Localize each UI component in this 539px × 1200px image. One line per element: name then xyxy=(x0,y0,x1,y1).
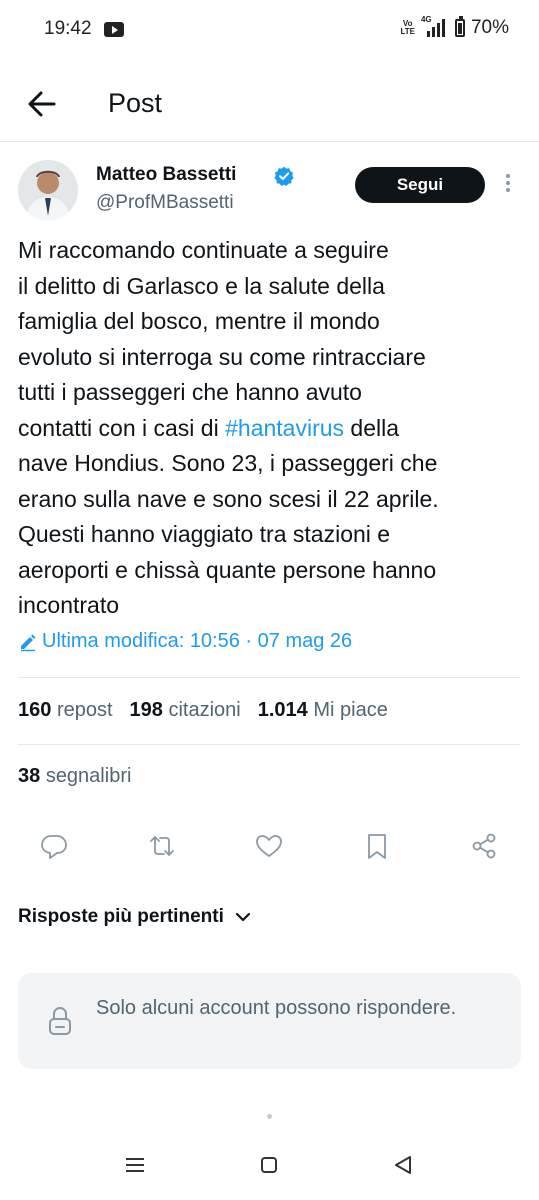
recent-apps-button[interactable] xyxy=(120,1150,150,1180)
bookmarks-label: segnalibri xyxy=(45,765,132,787)
battery-percent: 70% xyxy=(470,17,509,38)
verified-badge-icon xyxy=(274,166,294,186)
avatar-image xyxy=(18,160,78,220)
author-handle[interactable]: @ProfMBassetti xyxy=(96,192,234,214)
divider xyxy=(18,744,520,745)
reposts-count: 160 xyxy=(18,699,52,721)
youtube-notification-icon xyxy=(104,22,124,37)
system-navigation-bar xyxy=(0,1140,539,1190)
home-button[interactable] xyxy=(254,1150,284,1180)
edited-link[interactable]: Ultima modifica: 10:56 · 07 mag 26 xyxy=(18,630,352,653)
bookmarks-count: 38 xyxy=(18,765,41,787)
menu-icon xyxy=(126,1158,144,1172)
follow-button[interactable]: Segui xyxy=(355,167,485,203)
pencil-icon xyxy=(21,634,36,651)
likes-count: 1.014 xyxy=(257,699,308,721)
home-icon xyxy=(261,1157,277,1173)
edited-timestamp: Ultima modifica: 10:56 · 07 mag 26 xyxy=(42,630,353,652)
bookmark-icon xyxy=(368,834,386,859)
status-indicators: Vo LTE 4G 70% xyxy=(400,15,509,39)
sort-label: Risposte più pertinenti xyxy=(18,906,224,927)
post-text: Mi raccomando continuate a seguire il de… xyxy=(18,233,533,624)
share-icon xyxy=(472,833,496,859)
engagement-stats: 160 repost 198 citazioni 1.014 Mi piace xyxy=(18,699,388,722)
reposts-label: repost xyxy=(56,699,113,721)
signal-icon: 4G xyxy=(421,15,449,39)
lock-icon xyxy=(49,1006,71,1035)
bookmarks-stat[interactable]: 38 segnalibri xyxy=(18,765,131,788)
reply-button[interactable] xyxy=(34,826,74,866)
status-time: 19:42 xyxy=(44,18,92,39)
hashtag-link[interactable]: #hantavirus xyxy=(225,415,344,441)
back-icon xyxy=(395,1156,411,1174)
likes-label: Mi piace xyxy=(313,699,388,721)
quotes-stat[interactable]: 198 citazioni xyxy=(130,699,241,722)
author-name[interactable]: Matteo Bassetti xyxy=(96,164,236,186)
avatar[interactable] xyxy=(18,160,78,220)
action-bar xyxy=(0,826,539,866)
reply-restriction-notice: Solo alcuni account possono rispondere. xyxy=(18,973,521,1069)
bookmark-button[interactable] xyxy=(357,826,397,866)
more-vertical-icon[interactable] xyxy=(500,174,516,198)
divider xyxy=(18,677,520,678)
status-bar: 19:42 Vo LTE 4G 70% xyxy=(0,0,539,58)
page-title: Post xyxy=(108,88,163,118)
quotes-count: 198 xyxy=(129,699,163,721)
reposts-stat[interactable]: 160 repost xyxy=(18,699,113,722)
like-icon xyxy=(256,835,282,857)
replies-sort-dropdown[interactable]: Risposte più pertinenti xyxy=(18,906,252,928)
scroll-indicator xyxy=(267,1114,272,1119)
quotes-label: citazioni xyxy=(168,699,241,721)
repost-icon xyxy=(150,836,174,856)
post-text-before: Mi raccomando continuate a seguire il de… xyxy=(18,237,426,441)
arrow-left-icon xyxy=(28,91,56,117)
reply-restriction-text: Solo alcuni account possono rispondere. xyxy=(96,997,457,1019)
share-button[interactable] xyxy=(464,826,504,866)
top-app-bar: Post xyxy=(0,62,539,142)
post-text-after: della nave Hondius. Sono 23, i passegger… xyxy=(18,414,439,619)
volte-indicator: Vo LTE xyxy=(400,19,415,36)
system-back-button[interactable] xyxy=(388,1150,418,1180)
like-button[interactable] xyxy=(249,826,289,866)
back-button[interactable] xyxy=(22,84,62,124)
repost-button[interactable] xyxy=(142,826,182,866)
battery-icon xyxy=(454,16,465,37)
likes-stat[interactable]: 1.014 Mi piace xyxy=(258,699,388,722)
chevron-down-icon xyxy=(235,912,250,922)
reply-icon xyxy=(41,835,67,859)
